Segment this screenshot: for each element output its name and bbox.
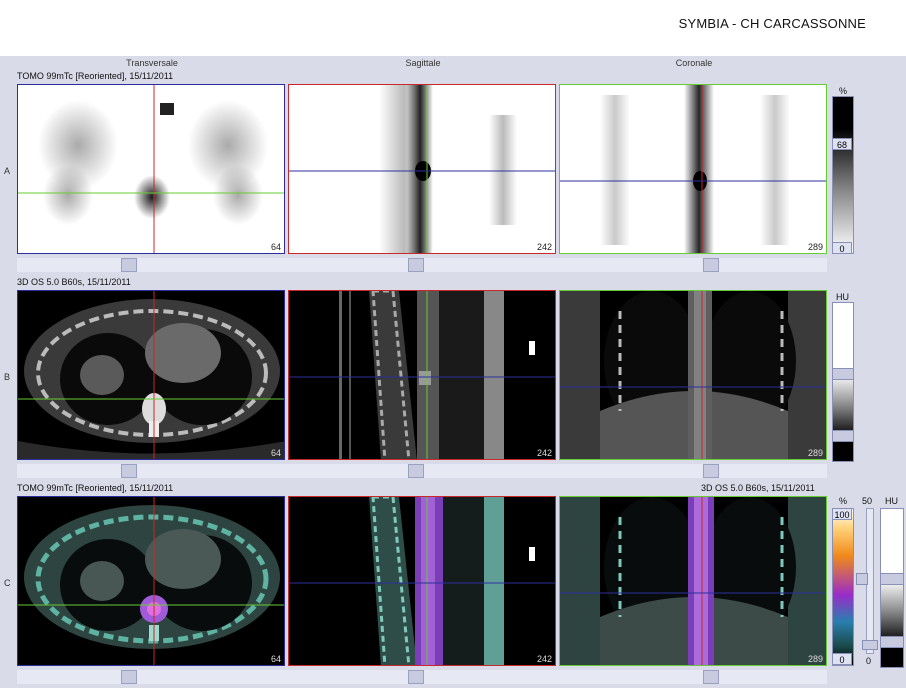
ct-sagittal-image: [289, 291, 555, 459]
row-b-coronal-slider[interactable]: [703, 464, 719, 478]
row-c-scale-min[interactable]: 0: [832, 653, 852, 665]
row-c-threshold-handle[interactable]: [856, 573, 868, 585]
row-b-transverse-slider[interactable]: [121, 464, 137, 478]
row-c-scale-max[interactable]: 100: [832, 508, 852, 520]
fusion-coronal-image: [560, 497, 826, 665]
viewport-c-sagittal[interactable]: 242: [288, 496, 556, 666]
row-a-transverse-slider[interactable]: [121, 258, 137, 272]
row-b-series-info: 3D OS 5.0 B60s, 15/11/2011: [17, 277, 131, 287]
spect-sagittal-image: [289, 85, 555, 253]
row-c-series-info-right: 3D OS 5.0 B60s, 15/11/2011: [701, 483, 815, 493]
row-c-window-value: 50: [862, 496, 873, 506]
row-a-sagittal-slider[interactable]: [408, 258, 424, 272]
fusion-transverse-image: [18, 497, 284, 665]
row-c-color-scale: [832, 508, 854, 666]
row-a-coronal-slider[interactable]: [703, 258, 719, 272]
viewport-b-sagittal[interactable]: 242: [288, 290, 556, 460]
institution-title: SYMBIA - CH CARCASSONNE: [678, 16, 866, 31]
row-a-label: A: [4, 166, 11, 176]
row-a-scale-unit: %: [839, 86, 848, 96]
row-b-window-upper-handle[interactable]: [832, 368, 854, 380]
column-header-transverse: Transversale: [126, 58, 178, 68]
viewport-b-transverse[interactable]: 64: [17, 290, 285, 460]
slice-number-c-transverse: 64: [270, 654, 281, 664]
row-c-hu-lower-handle[interactable]: [880, 636, 904, 648]
column-header-coronal: Coronale: [675, 58, 713, 68]
row-b-window-lower-handle[interactable]: [832, 430, 854, 442]
row-a-series-info: TOMO 99mTc [Reoriented], 15/11/2011: [17, 71, 174, 81]
row-c-scale-unit: %: [839, 496, 848, 506]
row-a-scale-min[interactable]: 0: [832, 242, 852, 254]
slice-number-c-coronal: 289: [807, 654, 823, 664]
row-a-color-scale: [832, 96, 854, 254]
slice-number-b-transverse: 64: [270, 448, 281, 458]
row-c-coronal-slider[interactable]: [703, 670, 719, 684]
viewport-c-coronal[interactable]: 289: [559, 496, 827, 666]
slice-number-transverse: 64: [270, 242, 281, 252]
viewport-a-coronal[interactable]: 289: [559, 84, 827, 254]
spect-coronal-image: [560, 85, 826, 253]
fusion-sagittal-image: [289, 497, 555, 665]
slice-number-b-coronal: 289: [807, 448, 823, 458]
viewport-c-transverse[interactable]: 64: [17, 496, 285, 666]
row-b-scale-unit: HU: [836, 292, 849, 302]
viewport-a-sagittal[interactable]: 242: [288, 84, 556, 254]
row-c-sagittal-slider[interactable]: [408, 670, 424, 684]
ct-transverse-image: [18, 291, 284, 459]
row-c-hu-upper-handle[interactable]: [880, 573, 904, 585]
slice-number-sagittal: 242: [536, 242, 552, 252]
row-c-blend-slider-handle[interactable]: [862, 640, 878, 650]
ct-coronal-image: [560, 291, 826, 459]
slice-number-b-sagittal: 242: [536, 448, 552, 458]
slice-number-coronal: 289: [807, 242, 823, 252]
row-c-label: C: [4, 578, 11, 588]
viewport-b-coronal[interactable]: 289: [559, 290, 827, 460]
row-c-series-info-left: TOMO 99mTc [Reoriented], 15/11/2011: [17, 483, 174, 493]
row-b-sagittal-slider[interactable]: [408, 464, 424, 478]
slice-number-c-sagittal: 242: [536, 654, 552, 664]
row-c-hu-unit: HU: [885, 496, 898, 506]
app-header: SYMBIA - CH CARCASSONNE: [0, 0, 906, 56]
spect-transverse-image: [18, 85, 284, 253]
viewport-a-transverse[interactable]: 64: [17, 84, 285, 254]
column-header-sagittal: Sagittale: [405, 58, 441, 68]
row-b-label: B: [4, 372, 11, 382]
row-c-window-min: 0: [866, 656, 872, 666]
row-c-transverse-slider[interactable]: [121, 670, 137, 684]
row-a-scale-max[interactable]: 68: [832, 138, 852, 150]
